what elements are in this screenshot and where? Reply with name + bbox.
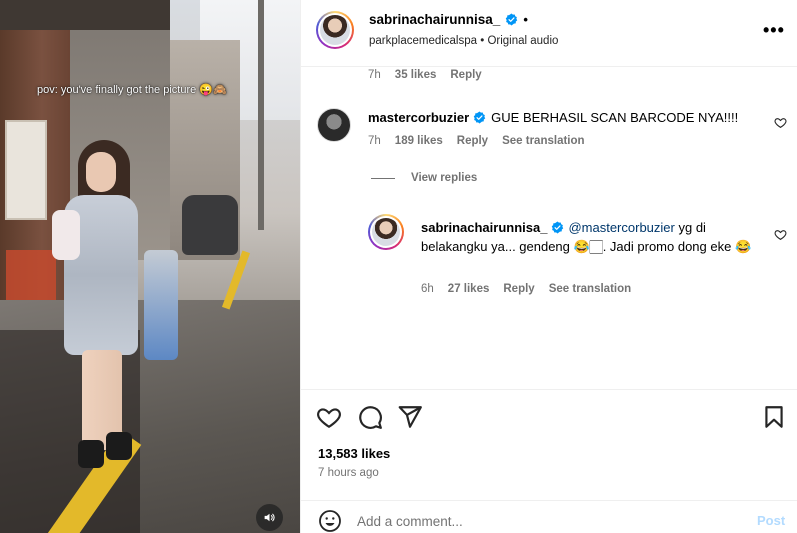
commenter-username[interactable]: mastercorbuzier bbox=[368, 110, 469, 125]
author-avatar[interactable] bbox=[316, 11, 354, 49]
see-translation-button[interactable]: See translation bbox=[502, 135, 584, 147]
see-translation-button[interactable]: See translation bbox=[549, 283, 631, 295]
mute-button[interactable] bbox=[256, 504, 283, 531]
add-comment-bar: Post bbox=[301, 500, 797, 533]
view-replies-button[interactable]: View replies bbox=[371, 172, 477, 184]
reply-likes[interactable]: 27 likes bbox=[448, 283, 490, 295]
view-replies-label: View replies bbox=[411, 172, 478, 184]
comment-bubble-icon[interactable] bbox=[357, 404, 383, 430]
reply-like-heart-icon[interactable] bbox=[774, 228, 787, 241]
comment-reply-button[interactable]: Reply bbox=[457, 135, 488, 147]
reply-reply-button[interactable]: Reply bbox=[503, 283, 534, 295]
post-timestamp[interactable]: 7 hours ago bbox=[318, 467, 379, 479]
commenter-avatar[interactable] bbox=[317, 108, 351, 142]
comment-meta: 7h 35 likes Reply bbox=[368, 69, 482, 81]
reply-author-avatar[interactable] bbox=[368, 214, 404, 250]
post-header: sabrinachairunnisa_ • parkplacemedicalsp… bbox=[301, 0, 797, 67]
comments-list: 7h 35 likes Reply mastercorbuzier GUE BE… bbox=[301, 68, 797, 388]
author-username-row: sabrinachairunnisa_ • bbox=[369, 12, 528, 27]
post-video[interactable]: pov: you've finally got the picture 😜🙈 bbox=[0, 0, 300, 533]
verified-badge-icon bbox=[473, 111, 486, 124]
emoji-smiley-icon[interactable] bbox=[318, 509, 342, 533]
video-caption-overlay: pov: you've finally got the picture 😜🙈 bbox=[37, 84, 227, 96]
post-side-panel: sabrinachairunnisa_ • parkplacemedicalsp… bbox=[300, 0, 797, 533]
verified-badge-icon bbox=[552, 221, 564, 234]
author-username[interactable]: sabrinachairunnisa_ bbox=[369, 12, 500, 27]
comment-like-heart-icon[interactable] bbox=[774, 116, 787, 129]
audio-subtitle[interactable]: parkplacemedicalspa • Original audio bbox=[369, 35, 558, 47]
comment-time[interactable]: 7h bbox=[368, 69, 381, 81]
video-scooter bbox=[182, 195, 238, 255]
reply-meta: 6h 27 likes Reply See translation bbox=[421, 283, 631, 295]
comment-time[interactable]: 7h bbox=[368, 135, 381, 147]
post-likes-count[interactable]: 13,583 likes bbox=[318, 446, 390, 461]
video-poster bbox=[5, 120, 47, 220]
comment-input[interactable] bbox=[357, 509, 737, 533]
verified-badge-icon bbox=[506, 13, 518, 26]
comment-likes[interactable]: 35 likes bbox=[395, 69, 437, 81]
mention-link[interactable]: @mastercorbuzier bbox=[568, 220, 674, 235]
post-action-bar: 13,583 likes 7 hours ago bbox=[301, 389, 797, 492]
post-comment-button[interactable]: Post bbox=[757, 513, 785, 528]
comment-likes[interactable]: 189 likes bbox=[395, 135, 443, 147]
reply-text: sabrinachairunnisa_ @mastercorbuzier yg … bbox=[421, 218, 761, 256]
comment-text: mastercorbuzier GUE BERHASIL SCAN BARCOD… bbox=[368, 108, 758, 127]
replies-divider-line bbox=[371, 177, 395, 179]
video-pole bbox=[258, 0, 264, 230]
like-heart-icon[interactable] bbox=[316, 404, 342, 430]
comment-body: GUE BERHASIL SCAN BARCODE NYA!!!! bbox=[491, 110, 739, 125]
video-person bbox=[52, 140, 178, 480]
save-bookmark-icon[interactable] bbox=[761, 404, 787, 430]
speaker-icon bbox=[264, 513, 275, 522]
comment-meta: 7h 189 likes Reply See translation bbox=[368, 135, 585, 147]
reply-username[interactable]: sabrinachairunnisa_ bbox=[421, 220, 547, 235]
reply-time[interactable]: 6h bbox=[421, 283, 434, 295]
more-options-button[interactable]: ••• bbox=[763, 20, 785, 41]
share-send-icon[interactable] bbox=[397, 404, 423, 430]
header-dot: • bbox=[523, 12, 528, 27]
video-awning bbox=[0, 0, 170, 30]
comment-reply-button[interactable]: Reply bbox=[450, 69, 481, 81]
